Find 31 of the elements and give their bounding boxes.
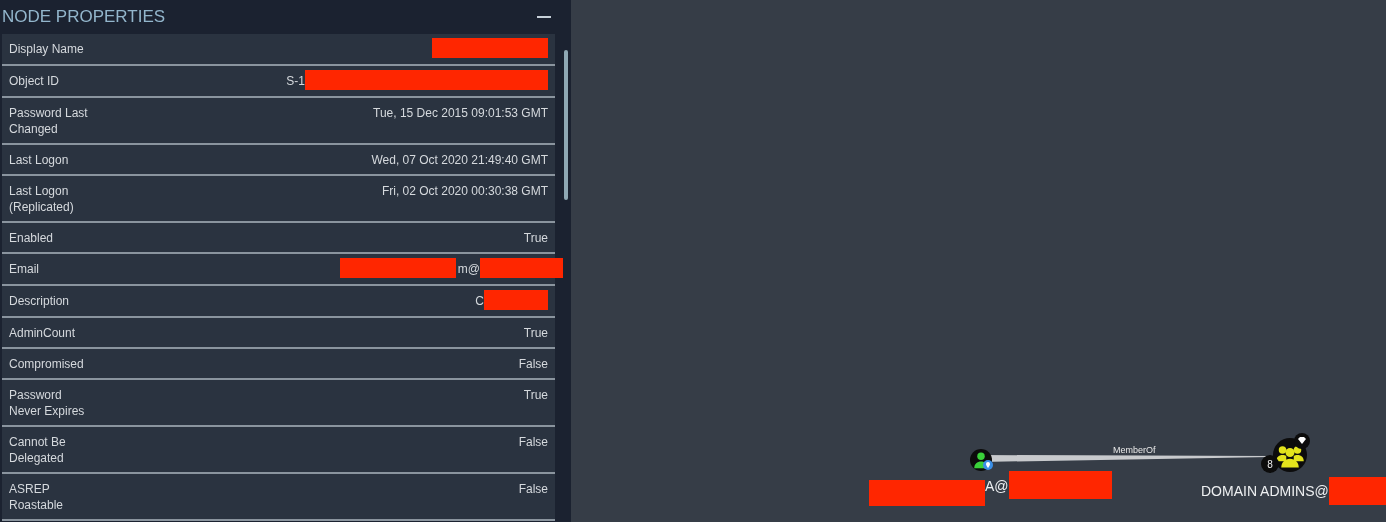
property-label: Last Logon	[9, 152, 70, 168]
count-badge: 8	[1261, 455, 1279, 473]
property-value: False	[518, 481, 548, 497]
property-label: Password Last Changed	[9, 105, 89, 137]
edge-label: MemberOf	[1113, 445, 1156, 455]
property-value: True	[523, 230, 548, 246]
property-value: True	[523, 325, 548, 341]
property-label: Display Name	[9, 41, 85, 57]
property-value: m@	[457, 261, 480, 277]
property-value: True	[523, 387, 548, 403]
property-value: Fri, 02 Oct 2020 00:30:38 GMT	[381, 183, 548, 199]
property-value: S-1	[286, 73, 305, 89]
property-label: Cannot Be Delegated	[9, 434, 67, 466]
property-value: False	[518, 356, 548, 372]
property-label: Object ID	[9, 73, 60, 89]
node-label: A@	[985, 478, 1009, 494]
property-label: Email	[9, 261, 40, 277]
property-label: Enabled	[9, 230, 55, 246]
property-label: Compromised	[9, 356, 85, 372]
property-label: Description	[9, 293, 71, 309]
property-label: Password Never Expires	[9, 387, 86, 419]
property-value: False	[518, 434, 548, 450]
node-label: DOMAIN ADMINS@	[1201, 483, 1329, 499]
property-value: Tue, 15 Dec 2015 09:01:53 GMT	[373, 105, 548, 121]
property-label: Last Logon (Replicated)	[9, 183, 75, 215]
scrollbar-thumb[interactable]	[564, 50, 568, 200]
panel-title: NODE PROPERTIES	[2, 7, 166, 27]
property-value: C	[475, 293, 484, 309]
property-value: Wed, 07 Oct 2020 21:49:40 GMT	[371, 152, 548, 168]
property-label: AdminCount	[9, 325, 77, 341]
property-label: ASREP Roastable	[9, 481, 65, 513]
